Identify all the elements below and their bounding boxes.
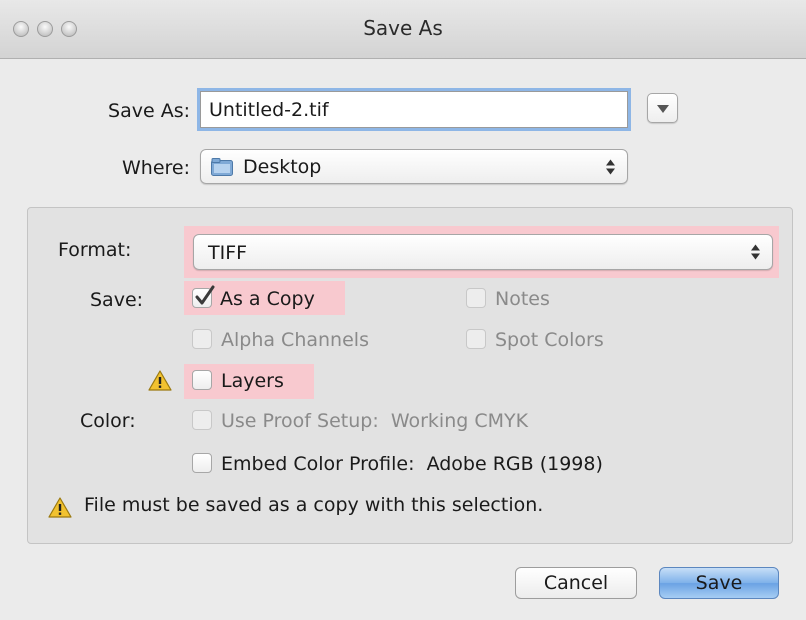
use-proof-setup-checkbox[interactable]: Use Proof Setup: Working CMYK [192,408,612,434]
format-popup[interactable]: TIFF [193,234,773,270]
as-a-copy-checkbox[interactable]: As a Copy [192,285,342,312]
use-proof-setup-label: Use Proof Setup: Working CMYK [221,410,529,432]
cancel-button[interactable]: Cancel [515,567,637,599]
where-popup[interactable]: Desktop [200,149,628,184]
color-label: Color: [80,410,136,432]
warning-icon [148,370,172,391]
folder-icon [211,158,233,176]
checkbox-box [466,288,486,308]
spot-colors-checkbox[interactable]: Spot Colors [466,327,636,353]
spot-colors-label: Spot Colors [495,329,604,351]
alpha-channels-checkbox[interactable]: Alpha Channels [192,327,412,353]
save-button[interactable]: Save [659,567,779,599]
popup-arrows-icon [606,159,615,174]
alpha-channels-label: Alpha Channels [221,329,369,351]
popup-arrows-icon [751,244,760,260]
checkbox-box [466,329,486,349]
format-value: TIFF [208,242,248,264]
checkbox-box [192,410,212,430]
title-bar: Save As [0,0,806,59]
checkbox-box [192,370,212,390]
window-title: Save As [363,16,443,40]
warning-message: File must be saved as a copy with this s… [84,494,544,516]
where-label: Where: [121,157,190,179]
warning-icon [48,497,72,518]
notes-label: Notes [495,288,550,310]
save-as-label: Save As: [108,100,190,122]
layers-label: Layers [221,370,284,392]
as-a-copy-label: As a Copy [220,288,315,310]
checkbox-box [192,453,212,473]
checkbox-box [192,329,212,349]
checkmark-icon [195,285,215,305]
filename-input[interactable]: Untitled-2.tif [200,91,628,128]
expand-dialog-button[interactable] [647,93,678,123]
notes-checkbox[interactable]: Notes [466,286,606,312]
chevron-down-icon [657,105,669,113]
checkbox-box [192,285,215,308]
save-label: Save: [90,289,144,311]
filename-value: Untitled-2.tif [209,99,329,121]
embed-color-profile-label: Embed Color Profile: Adobe RGB (1998) [221,453,603,475]
layers-checkbox[interactable]: Layers [192,368,312,394]
embed-color-profile-checkbox[interactable]: Embed Color Profile: Adobe RGB (1998) [192,451,672,477]
format-label: Format: [58,239,132,261]
where-value: Desktop [243,156,322,178]
